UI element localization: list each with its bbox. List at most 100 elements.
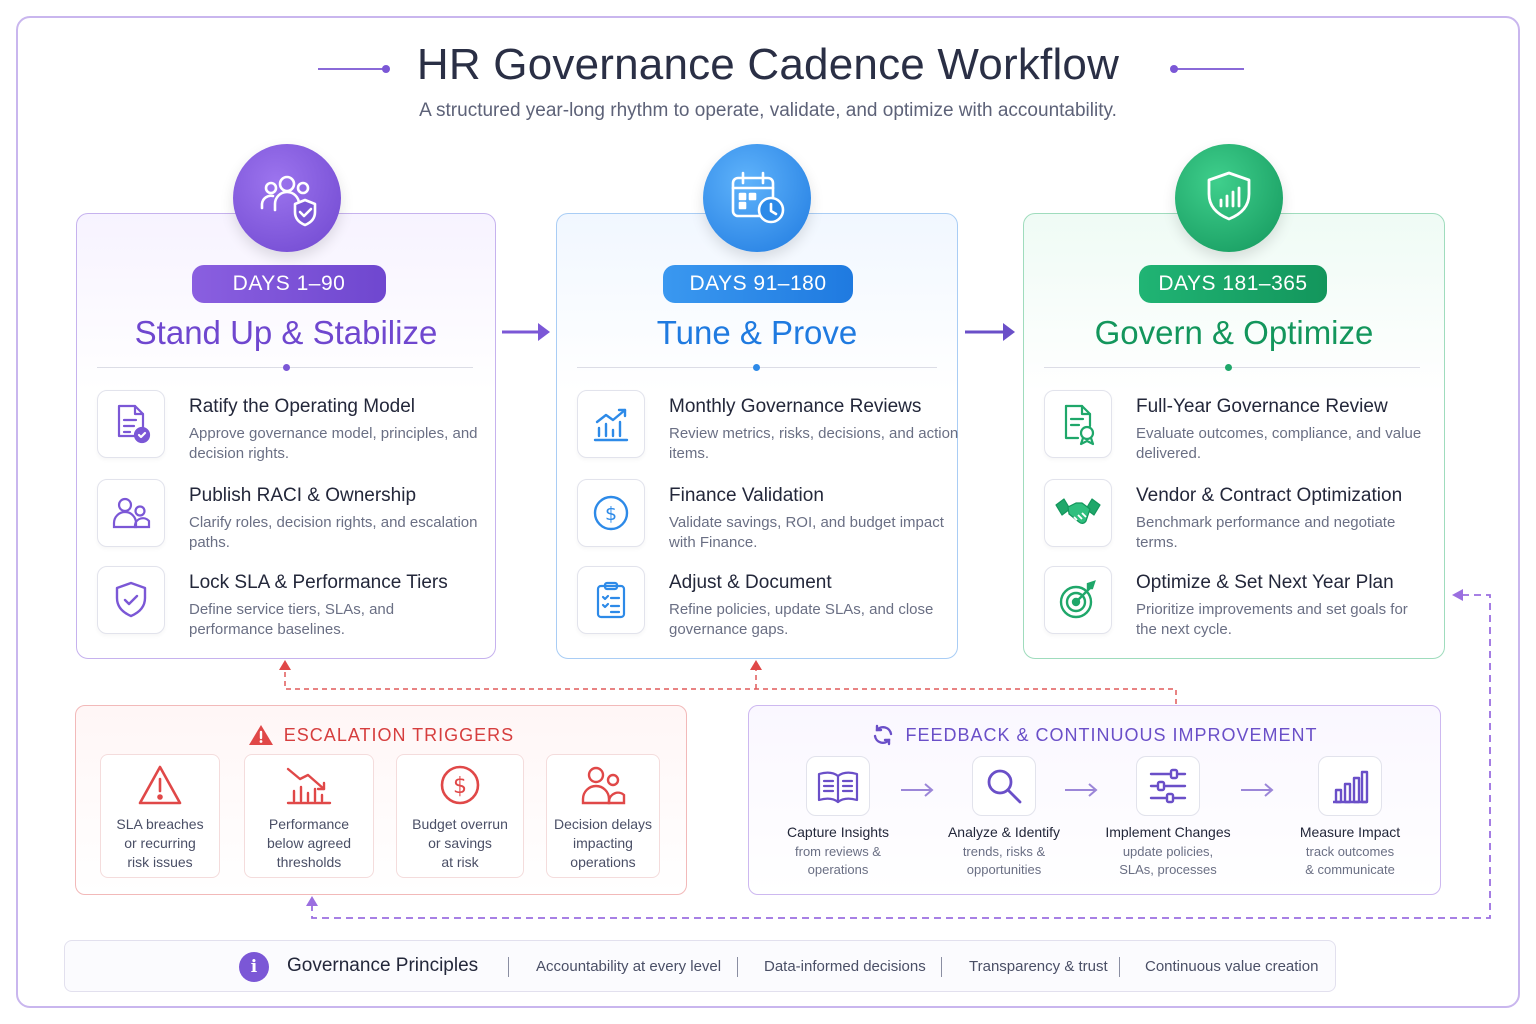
phase-item: Lock SLA & Performance Tiers Define serv… <box>97 566 477 638</box>
item-description: Approve governance model, principles, an… <box>189 425 478 462</box>
page-subtitle: A structured year-long rhythm to operate… <box>419 100 1117 121</box>
dollar-circle-icon: $ <box>577 479 645 547</box>
escalation-header: ESCALATION TRIGGERS <box>76 723 686 747</box>
phase-divider <box>1044 367 1420 368</box>
phase-title: Tune & Prove <box>656 314 858 351</box>
chart-trend-icon <box>577 390 645 458</box>
phase-item: Ratify the Operating Model Approve gover… <box>97 390 478 462</box>
phase-item: Adjust & Document Refine policies, updat… <box>577 566 957 638</box>
item-title: Adjust & Document <box>669 572 832 593</box>
feedback-step-title: Capture Insights <box>787 824 889 840</box>
trigger-line: Budget overrun <box>412 816 508 832</box>
escalation-title: ESCALATION TRIGGERS <box>283 724 515 745</box>
trigger-line: or savings <box>428 835 492 851</box>
feedback-arrow <box>1065 783 1098 797</box>
phase-card-2: DAYS 91–180 Tune & Prove Monthly Governa… <box>556 144 958 659</box>
item-description: Validate savings, ROI, and budget impact… <box>669 514 944 551</box>
people-icon <box>97 479 165 547</box>
trigger-line: Performance <box>268 816 350 832</box>
principle-item: Accountability at every level <box>536 958 722 975</box>
item-title: Lock SLA & Performance Tiers <box>189 572 448 593</box>
item-description: Benchmark performance and negotiate term… <box>1136 514 1396 551</box>
phase-divider-dot <box>283 364 290 371</box>
magnifier-icon <box>972 756 1036 816</box>
phase-arrow-2 <box>965 323 1015 341</box>
feedback-arrow <box>901 783 934 797</box>
trigger-card: Decision delays impacting operations <box>546 754 660 878</box>
governance-principles-bar: i Governance Principles Accountability a… <box>64 940 1336 992</box>
item-title: Ratify the Operating Model <box>189 396 416 417</box>
bar-chart-icon <box>1318 756 1382 816</box>
phase-divider-dot <box>1225 364 1232 371</box>
item-description: Evaluate outcomes, compliance, and value… <box>1136 425 1422 462</box>
phase-title: Govern & Optimize <box>1094 314 1374 351</box>
feedback-step-desc: update policies, <box>1122 844 1214 859</box>
phase-title: Stand Up & Stabilize <box>134 314 438 351</box>
feedback-step-desc: & communicate <box>1305 862 1395 877</box>
document-check-icon <box>97 390 165 458</box>
item-description: Review metrics, risks, decisions, and ac… <box>669 425 959 462</box>
target-icon <box>1044 566 1112 634</box>
item-description: Clarify roles, decision rights, and esca… <box>189 514 478 551</box>
info-icon: i <box>239 952 269 982</box>
document-award-icon <box>1044 390 1112 458</box>
feedback-step-title: Implement Changes <box>1105 824 1231 840</box>
feedback-step-title: Analyze & Identify <box>947 824 1061 840</box>
item-title: Monthly Governance Reviews <box>669 396 922 417</box>
trigger-line: risk issues <box>127 854 193 870</box>
trigger-card: Performance below agreed thresholds <box>244 754 374 878</box>
phase-days-badge: DAYS 181–365 <box>1139 265 1327 303</box>
phase-arrow-1 <box>502 323 550 341</box>
principles-label: Governance Principles <box>287 955 479 976</box>
svg-text:$: $ <box>453 774 467 799</box>
feedback-step-desc: trends, risks & <box>962 844 1046 859</box>
warning-icon <box>138 765 182 805</box>
phase-card-1: DAYS 1–90 Stand Up & Stabilize Ratify th… <box>76 144 496 659</box>
shield-check-icon <box>97 566 165 634</box>
feedback-step-desc: opportunities <box>966 862 1042 877</box>
users-shield-icon <box>233 144 341 252</box>
feedback-step: Capture Insights from reviews & operation… <box>773 756 903 879</box>
open-book-icon <box>806 756 870 816</box>
trigger-line: thresholds <box>276 854 342 870</box>
trigger-line: below agreed <box>266 835 352 851</box>
feedback-step: Measure Impact track outcomes & communica… <box>1285 756 1415 879</box>
calendar-clock-icon <box>703 144 811 252</box>
shield-chart-icon <box>1175 144 1283 252</box>
dollar-circle-icon: $ <box>440 765 480 805</box>
phase-item: Publish RACI & Ownership Clarify roles, … <box>97 479 477 551</box>
handshake-icon <box>1044 479 1112 547</box>
item-description: Define service tiers, SLAs, and performa… <box>189 601 395 638</box>
people-icon <box>581 766 626 805</box>
principles-separator <box>941 957 942 977</box>
feedback-step-desc: SLAs, processes <box>1119 862 1217 877</box>
item-title: Publish RACI & Ownership <box>189 485 417 506</box>
feedback-step-desc: from reviews & <box>795 844 881 859</box>
warning-icon <box>248 725 273 745</box>
principles-separator <box>737 957 738 977</box>
item-title: Vendor & Contract Optimization <box>1136 485 1403 506</box>
escalation-triggers-box: ESCALATION TRIGGERS SLA breaches or recur… <box>75 705 687 895</box>
phase-card-3: DAYS 181–365 Govern & Optimize Full-Year… <box>1023 144 1445 659</box>
feedback-step: Analyze & Identify trends, risks & opport… <box>939 756 1069 879</box>
trigger-line: SLA breaches <box>116 816 204 832</box>
phase-days-badge: DAYS 1–90 <box>192 265 386 303</box>
sliders-icon <box>1136 756 1200 816</box>
trigger-line: or recurring <box>124 835 196 851</box>
feedback-header: FEEDBACK & CONTINUOUS IMPROVEMENT <box>749 723 1440 747</box>
phase-days-badge: DAYS 91–180 <box>663 265 853 303</box>
trigger-line: impacting <box>573 835 633 851</box>
clipboard-checklist-icon <box>577 566 645 634</box>
principles-separator <box>1119 957 1120 977</box>
trigger-card: $ Budget overrun or savings at risk <box>396 754 524 878</box>
item-title: Finance Validation <box>669 485 824 506</box>
principles-separator <box>508 957 509 977</box>
principle-item: Data-informed decisions <box>764 958 926 975</box>
phase-item: Full-Year Governance Review Evaluate out… <box>1044 390 1424 462</box>
item-title: Optimize & Set Next Year Plan <box>1136 572 1394 593</box>
trigger-line: at risk <box>441 854 479 870</box>
phase-item: Monthly Governance Reviews Review metric… <box>577 390 958 462</box>
feedback-step-desc: operations <box>807 862 869 877</box>
item-title: Full-Year Governance Review <box>1136 396 1388 417</box>
trigger-line: operations <box>570 854 636 870</box>
